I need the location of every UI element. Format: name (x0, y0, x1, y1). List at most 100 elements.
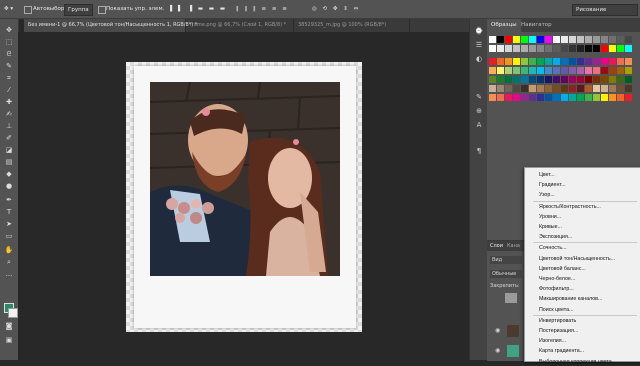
color-swatch[interactable] (553, 67, 560, 74)
color-swatch[interactable] (505, 76, 512, 83)
layer-filter-dropdown[interactable]: Вид (490, 256, 522, 264)
color-swatch[interactable] (625, 67, 632, 74)
color-swatch[interactable] (593, 45, 600, 52)
clone-source-icon[interactable]: ⊕ (474, 107, 484, 115)
color-swatch[interactable] (489, 85, 496, 92)
color-swatch[interactable] (513, 94, 520, 101)
color-swatch[interactable] (553, 36, 560, 43)
color-swatch[interactable] (497, 94, 504, 101)
color-swatch[interactable] (617, 94, 624, 101)
color-swatch[interactable] (577, 67, 584, 74)
color-swatch[interactable] (577, 76, 584, 83)
quick-mask-icon[interactable]: ◙ (3, 321, 15, 331)
color-swatch[interactable] (537, 58, 544, 65)
dodge-tool-icon[interactable]: ● (3, 181, 15, 191)
shape-tool-icon[interactable]: ▭ (3, 231, 15, 241)
color-swatch[interactable] (545, 45, 552, 52)
menu-item[interactable]: Узор... (539, 191, 555, 199)
color-swatch[interactable] (625, 36, 632, 43)
color-swatch[interactable] (513, 76, 520, 83)
color-swatch[interactable] (489, 94, 496, 101)
color-swatch[interactable] (593, 36, 600, 43)
color-swatch[interactable] (609, 94, 616, 101)
color-swatch[interactable] (505, 85, 512, 92)
document-tab[interactable]: Без имени-1 @ 66,7% (Цветовой тон/Насыще… (24, 19, 197, 32)
color-swatch[interactable] (489, 58, 496, 65)
color-swatch[interactable] (545, 58, 552, 65)
color-swatch[interactable] (601, 94, 608, 101)
history-icon[interactable]: ⌚ (474, 27, 484, 35)
more-tools-icon[interactable]: ··· (3, 271, 15, 281)
color-swatch[interactable] (497, 36, 504, 43)
color-swatch[interactable] (529, 94, 536, 101)
color-swatch[interactable] (545, 94, 552, 101)
color-swatch[interactable] (513, 67, 520, 74)
color-swatch[interactable] (529, 45, 536, 52)
zoom-tool-icon[interactable]: ⌕ (3, 257, 15, 267)
color-swatch[interactable] (505, 94, 512, 101)
gradient-tool-icon[interactable]: ▤ (3, 157, 15, 167)
3d-mode-icons[interactable]: ◎ ⟲ ✥ ⇕ ⇔ (312, 4, 360, 14)
color-swatch[interactable] (489, 76, 496, 83)
color-swatch[interactable] (561, 76, 568, 83)
color-swatch[interactable] (601, 67, 608, 74)
autoselect-dropdown[interactable]: Группа (64, 4, 93, 16)
color-swatch[interactable] (537, 36, 544, 43)
color-swatch[interactable] (529, 36, 536, 43)
color-swatch[interactable] (561, 85, 568, 92)
menu-item[interactable]: Поиск цвета... (539, 306, 573, 314)
marquee-tool-icon[interactable]: ⬚ (3, 37, 15, 47)
color-swatch[interactable] (617, 58, 624, 65)
color-swatch[interactable] (585, 36, 592, 43)
type-tool-icon[interactable]: T (3, 207, 15, 217)
pen-tool-icon[interactable]: ✒ (3, 195, 15, 205)
color-swatch[interactable] (505, 45, 512, 52)
menu-item[interactable]: Яркость/Контрастность... (539, 203, 601, 211)
color-swatch[interactable] (537, 85, 544, 92)
menu-item[interactable]: Сочность... (539, 244, 567, 252)
document-tab[interactable]: frame.png @ 66,7% (Слой 1, RGB/8) * (186, 19, 294, 32)
color-swatch[interactable] (625, 58, 632, 65)
color-swatch[interactable] (577, 45, 584, 52)
color-swatch[interactable] (537, 94, 544, 101)
color-swatch[interactable] (601, 36, 608, 43)
color-swatch[interactable] (609, 67, 616, 74)
clone-stamp-tool-icon[interactable]: ⊥ (3, 121, 15, 131)
color-swatch[interactable] (505, 67, 512, 74)
color-swatch[interactable] (545, 36, 552, 43)
color-swatch[interactable] (521, 76, 528, 83)
tab-navigator[interactable]: Навигатор (517, 19, 556, 32)
paragraph-icon[interactable]: ¶ (474, 147, 484, 155)
brush-settings-icon[interactable]: ✎ (474, 93, 484, 101)
history-brush-tool-icon[interactable]: ✐ (3, 133, 15, 143)
color-swatch[interactable] (609, 76, 616, 83)
color-swatch[interactable] (569, 85, 576, 92)
color-swatch[interactable] (497, 58, 504, 65)
color-swatch[interactable] (489, 67, 496, 74)
menu-item[interactable]: Постеризация... (539, 327, 578, 335)
color-swatch[interactable] (513, 36, 520, 43)
color-swatch[interactable] (601, 58, 608, 65)
color-swatch[interactable] (593, 85, 600, 92)
blur-tool-icon[interactable]: ◆ (3, 169, 15, 179)
color-swatch[interactable] (625, 45, 632, 52)
color-swatch[interactable] (537, 76, 544, 83)
workspace-dropdown[interactable]: Рисование (572, 4, 638, 16)
color-swatch[interactable] (553, 58, 560, 65)
menu-item[interactable]: Изогелия... (539, 337, 566, 345)
layer-thumbnail[interactable] (505, 293, 517, 303)
show-transform-checkbox[interactable] (98, 6, 106, 14)
color-swatch[interactable] (625, 85, 632, 92)
align-icons[interactable]: ▐ ▌ ▐ ▬ ▬ ▬ (168, 4, 227, 14)
menu-item[interactable]: Кривые... (539, 223, 562, 231)
color-swatch[interactable] (513, 45, 520, 52)
color-swatch[interactable] (561, 67, 568, 74)
color-swatch[interactable] (569, 94, 576, 101)
menu-item[interactable]: Инвертировать (539, 317, 576, 325)
autoselect-checkbox[interactable] (24, 6, 32, 14)
color-swatch[interactable] (569, 36, 576, 43)
color-swatch[interactable] (545, 67, 552, 74)
color-swatch[interactable] (593, 58, 600, 65)
color-swatch[interactable] (537, 45, 544, 52)
color-swatch[interactable] (577, 58, 584, 65)
